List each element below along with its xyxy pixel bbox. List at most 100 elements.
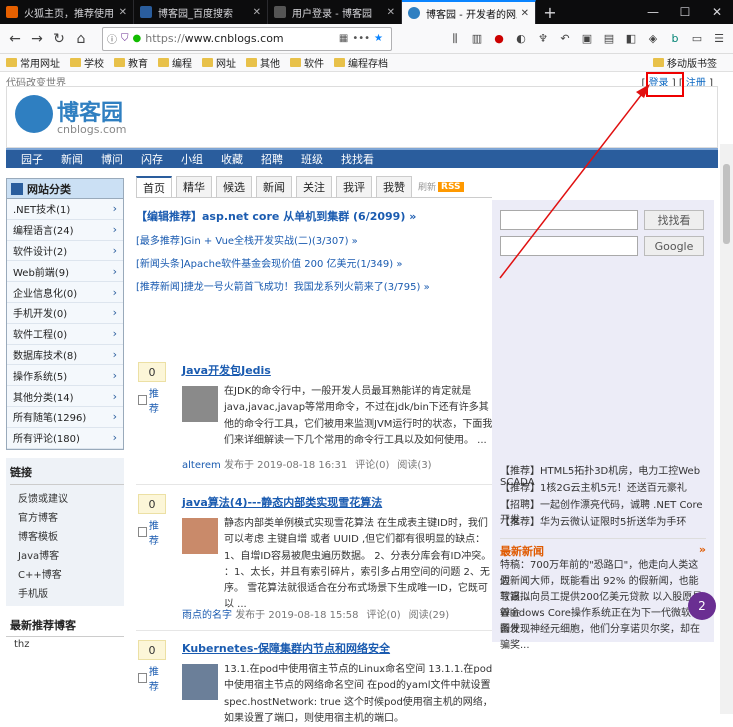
tab-featured[interactable]: 精华 — [176, 176, 212, 197]
tab-home[interactable]: 首页 — [136, 176, 172, 197]
tab-my-likes[interactable]: 我赞 — [376, 176, 412, 197]
bookmark-folder[interactable]: 其他 — [246, 55, 280, 70]
menu-icon[interactable]: ☰ — [709, 29, 729, 49]
browser-tab[interactable]: 用户登录 - 博客园 ✕ — [268, 0, 402, 24]
shield-icon[interactable]: ⛉ — [121, 33, 129, 44]
bookmark-star-icon[interactable]: ★ — [374, 33, 383, 44]
post-title[interactable]: Java开发包Jedis — [182, 362, 271, 378]
google-button[interactable]: Google — [644, 236, 704, 256]
author-avatar[interactable] — [182, 386, 218, 422]
qr-icon[interactable]: ▦ — [339, 33, 348, 44]
library-icon[interactable]: ⫼ — [445, 29, 465, 49]
extension-icon[interactable]: ▭ — [687, 29, 707, 49]
tab-news[interactable]: 新闻 — [256, 176, 292, 197]
author-avatar[interactable] — [182, 664, 218, 700]
close-tab-icon[interactable]: ✕ — [119, 7, 127, 18]
extension-icon[interactable]: ▣ — [577, 29, 597, 49]
reload-icon[interactable]: ↻ — [48, 28, 70, 50]
nav-item[interactable]: 闪存 — [141, 151, 163, 167]
category-item[interactable]: 操作系统(5) › — [7, 365, 123, 387]
scrollbar-thumb[interactable] — [723, 164, 730, 244]
news-item[interactable]: 因发现神经元细胞，他们分享诺贝尔奖，却在骗奖... — [500, 622, 706, 655]
comment-count[interactable]: 评论(0) — [355, 460, 389, 471]
extension-icon[interactable]: ● — [489, 29, 509, 49]
close-tab-icon[interactable]: ✕ — [253, 7, 261, 18]
rss-icon[interactable]: RSS — [438, 181, 464, 192]
category-item[interactable]: Web前端(9) › — [7, 261, 123, 283]
read-count[interactable]: 阅读(29) — [409, 610, 450, 621]
new-tab-button[interactable]: + — [536, 0, 564, 24]
promo-link[interactable]: 【推荐】1核2G云主机5元！还送百元豪礼 — [500, 479, 687, 494]
category-item[interactable]: 企业信息化(0) › — [7, 282, 123, 303]
promo-link[interactable]: 【推荐】华为云微认证限时5折送华为手环 — [500, 513, 686, 528]
category-item[interactable]: .NET技术(1) › — [7, 199, 123, 220]
recommend-item[interactable]: thz — [6, 637, 124, 652]
url-bar[interactable]: ⓘ ⛉ ● https://www.cnblogs.com ▦ ••• ★ — [102, 26, 392, 51]
extension-icon[interactable]: ◐ — [511, 29, 531, 49]
close-tab-icon[interactable]: ✕ — [521, 8, 529, 19]
post-author[interactable]: 雨点的名字 — [182, 610, 232, 621]
link-item[interactable]: C++博客 — [10, 564, 124, 583]
nav-item[interactable]: 收藏 — [221, 151, 243, 167]
read-count[interactable]: 阅读(3) — [397, 460, 431, 471]
nav-item[interactable]: 园子 — [21, 151, 43, 167]
bookmark-folder[interactable]: 教育 — [114, 55, 148, 70]
browser-tab[interactable]: 火狐主页，推荐使用 F ✕ — [0, 0, 134, 24]
link-item[interactable]: 官方博客 — [10, 507, 124, 526]
tab-my-comments[interactable]: 我评 — [336, 176, 372, 197]
more-actions-icon[interactable]: ••• — [352, 33, 370, 44]
tab-following[interactable]: 关注 — [296, 176, 332, 197]
scrollbar[interactable] — [720, 144, 733, 714]
author-avatar[interactable] — [182, 518, 218, 554]
browser-tab[interactable]: 博客园_百度搜索 ✕ — [134, 0, 268, 24]
editor-pick[interactable]: 【编辑推荐】asp.net core 从单机到集群 (6/2099) » — [136, 208, 492, 224]
headline-link[interactable]: [新闻头条]Apache软件基金会现价值 200 亿美元(1/349) » — [136, 255, 492, 270]
category-item[interactable]: 软件设计(2) › — [7, 240, 123, 262]
bookmark-folder[interactable]: 常用网址 — [6, 55, 60, 70]
category-item[interactable]: 编程语言(24) › — [7, 219, 123, 241]
back-icon[interactable]: ← — [4, 28, 26, 50]
bookmark-folder[interactable]: 网址 — [202, 55, 236, 70]
extension-icon[interactable]: ♆ — [533, 29, 553, 49]
link-item[interactable]: 反馈或建议 — [10, 488, 124, 507]
maximize-icon[interactable]: ☐ — [669, 0, 701, 24]
comment-count[interactable]: 评论(0) — [366, 610, 400, 621]
category-item[interactable]: 手机开发(0) › — [7, 302, 123, 324]
close-tab-icon[interactable]: ✕ — [387, 7, 395, 18]
bookmark-folder[interactable]: 编程 — [158, 55, 192, 70]
more-news-link[interactable]: » — [699, 543, 706, 559]
headline-link[interactable]: [推荐新闻]捷龙一号火箭首飞成功！我国龙系列火箭来了(3/795) » — [136, 278, 492, 293]
recommend-button[interactable]: 推荐 — [138, 663, 166, 693]
category-item[interactable]: 其他分类(14) › — [7, 386, 123, 407]
category-item[interactable]: 所有随笔(1296) › — [7, 406, 123, 428]
bookmark-folder[interactable]: 编程存档 — [334, 55, 388, 70]
category-item[interactable]: 软件工程(0) › — [7, 323, 123, 345]
post-title[interactable]: java算法(4)---静态内部类实现雪花算法 — [182, 494, 382, 510]
refresh-link[interactable]: 刷新 — [418, 180, 436, 193]
link-item[interactable]: 手机版 — [10, 583, 124, 602]
category-item[interactable]: 数据库技术(8) › — [7, 344, 123, 366]
sidebar-icon[interactable]: ▥ — [467, 29, 487, 49]
bookmark-folder[interactable]: 学校 — [70, 55, 104, 70]
mobile-bookmarks[interactable]: 移动版书签 — [653, 55, 717, 70]
bing-icon[interactable]: b — [665, 29, 685, 49]
extension-icon[interactable]: ◧ — [621, 29, 641, 49]
browser-tab-active[interactable]: 博客园 - 开发者的网上 ✕ — [402, 0, 536, 24]
minimize-icon[interactable]: — — [637, 0, 669, 24]
bookmark-folder[interactable]: 软件 — [290, 55, 324, 70]
nav-item[interactable]: 招聘 — [261, 151, 283, 167]
home-icon[interactable]: ⌂ — [70, 28, 92, 50]
google-search-input[interactable] — [500, 236, 638, 256]
info-icon[interactable]: ⓘ — [107, 31, 117, 46]
tab-candidate[interactable]: 候选 — [216, 176, 252, 197]
post-author[interactable]: alterem — [182, 460, 221, 471]
headline-link[interactable]: [最多推荐]Gin + Vue全栈开发实战(二)(3/307) » — [136, 232, 492, 247]
link-item[interactable]: 博客模板 — [10, 526, 124, 545]
close-window-icon[interactable]: ✕ — [701, 0, 733, 24]
post-title[interactable]: Kubernetes-保障集群内节点和网络安全 — [182, 640, 390, 656]
recommend-button[interactable]: 推荐 — [138, 385, 166, 415]
nav-item[interactable]: 博问 — [101, 151, 123, 167]
search-input[interactable] — [500, 210, 638, 230]
nav-item[interactable]: 班级 — [301, 151, 323, 167]
extension-icon[interactable]: ▤ — [599, 29, 619, 49]
